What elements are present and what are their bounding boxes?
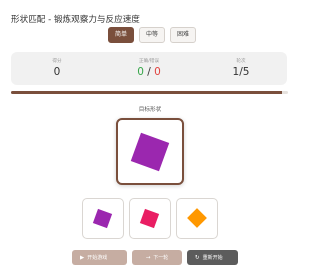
reset-button[interactable]: ↻ 重新开始 [187, 250, 238, 265]
shape-option-1[interactable] [82, 198, 124, 239]
shape-option-3[interactable] [176, 198, 218, 239]
score-stat: 得分 0 [11, 52, 103, 85]
round-stat: 轮次 1/5 [195, 52, 287, 85]
target-shape [130, 132, 170, 171]
start-game-button[interactable]: ▶ 开始游戏 [72, 250, 127, 265]
score-label: 得分 [52, 59, 62, 64]
page-title: 形状匹配 - 锻炼观察力与反应速度 [11, 15, 140, 25]
round-value: 1/5 [232, 66, 250, 78]
target-shape-box [116, 118, 184, 185]
progress-bar [11, 91, 288, 94]
reset-label: 重新开始 [202, 255, 223, 261]
score-value: 0 [53, 66, 61, 78]
accuracy-stat: 正确/错误 0 / 0 [103, 52, 195, 85]
arrow-right-icon: → [145, 254, 151, 261]
round-label: 轮次 [236, 59, 246, 64]
difficulty-selector: 简单 中等 困难 [108, 27, 197, 44]
play-icon: ▶ [80, 254, 85, 261]
shape-option-2[interactable] [129, 198, 171, 239]
start-game-label: 开始游戏 [87, 255, 108, 261]
option-shape-pink-square [140, 208, 160, 228]
accuracy-label: 正确/错误 [139, 59, 159, 64]
accuracy-separator: / [147, 66, 151, 78]
progress-bar-fill [11, 91, 283, 94]
next-round-label: 下一轮 [153, 255, 169, 261]
action-bar: ▶ 开始游戏 → 下一轮 ↻ 重新开始 [72, 250, 238, 265]
difficulty-hard-button[interactable]: 困难 [170, 27, 197, 43]
stats-panel: 得分 0 正确/错误 0 / 0 轮次 1/5 [11, 52, 287, 85]
difficulty-medium-button[interactable]: 中等 [139, 27, 166, 43]
wrong-count: 0 [154, 66, 161, 78]
accuracy-value: 0 / 0 [103, 67, 195, 78]
option-shape-orange-diamond [186, 208, 207, 229]
difficulty-easy-button[interactable]: 简单 [108, 27, 135, 43]
correct-count: 0 [137, 66, 144, 78]
next-round-button[interactable]: → 下一轮 [132, 250, 182, 265]
target-shape-label: 目标形状 [138, 107, 162, 113]
refresh-icon: ↻ [195, 254, 200, 261]
option-shape-purple-square [93, 208, 113, 228]
